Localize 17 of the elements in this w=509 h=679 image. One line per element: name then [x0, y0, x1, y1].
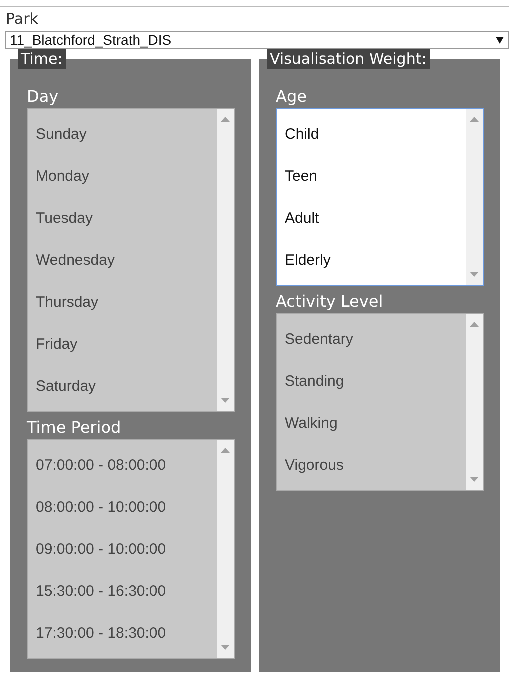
- list-option[interactable]: Child: [277, 113, 466, 155]
- list-option[interactable]: Elderly: [277, 239, 466, 281]
- panel-legend: Time:: [18, 49, 66, 69]
- list-label: Age: [276, 87, 307, 106]
- list-box[interactable]: Child Teen Adult Elderly: [276, 108, 484, 286]
- list-option[interactable]: Teen: [277, 155, 466, 197]
- panel-legend: Visualisation Weight:: [267, 49, 430, 69]
- park-dropdown[interactable]: 11_Blatchford_Strath_DIS: [5, 31, 509, 49]
- arrow-down-icon[interactable]: [470, 272, 479, 277]
- scrollbar[interactable]: [466, 109, 483, 285]
- arrow-up-icon[interactable]: [470, 117, 479, 122]
- list-label: Time Period: [27, 418, 122, 437]
- field-label: Park: [5, 10, 38, 28]
- list-option[interactable]: Adult: [277, 197, 466, 239]
- caret-icon: [496, 36, 504, 44]
- list-label: Day: [27, 87, 59, 106]
- list-label: Activity Level: [276, 292, 384, 311]
